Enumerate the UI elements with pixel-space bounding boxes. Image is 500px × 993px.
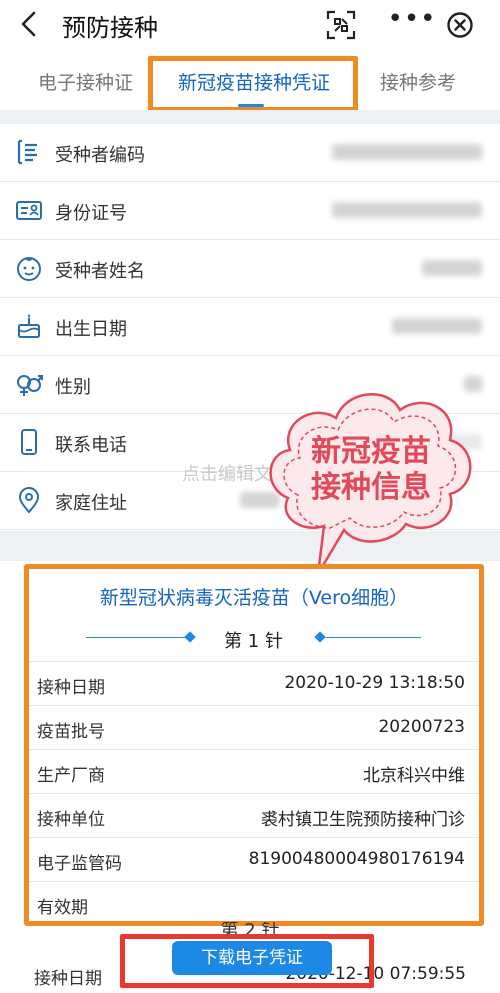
- gender-icon: [17, 375, 43, 396]
- table-row: 电子监管码 81900480004980176194: [29, 837, 479, 881]
- table-row: 生产厂商 北京科兴中维: [29, 749, 479, 793]
- row-label: 受种者编码: [55, 145, 145, 166]
- callout-text: 新冠疫苗 接种信息: [296, 434, 446, 506]
- row-value: 裘村镇卫生院预防接种门诊: [261, 810, 465, 830]
- section-divider: [0, 110, 500, 124]
- callout-line-1: 新冠疫苗: [311, 434, 431, 469]
- callout-line-2: 接种信息: [311, 470, 431, 505]
- table-row: 有效期: [29, 881, 479, 925]
- redacted-value: [332, 144, 482, 160]
- baby-face-icon: [17, 257, 41, 281]
- list-item[interactable]: 出生日期: [0, 298, 500, 356]
- row-key: 生产厂商: [37, 766, 105, 786]
- row-key: 接种日期: [34, 969, 102, 989]
- row-value: 20200723: [378, 717, 465, 737]
- tab-highlight-box: [148, 56, 358, 112]
- close-icon[interactable]: [446, 11, 474, 39]
- table-row: 接种单位 裘村镇卫生院预防接种门诊: [29, 793, 479, 837]
- vaccine-name: 新型冠状病毒灭活疫苗（Vero细胞）: [99, 587, 409, 609]
- phone-icon: [21, 429, 37, 455]
- page-title: 预防接种: [62, 14, 158, 42]
- row-label: 出生日期: [55, 319, 127, 340]
- row-value: 北京科兴中维: [363, 766, 465, 786]
- location-pin-icon: [18, 487, 40, 514]
- row-key: 接种日期: [37, 678, 105, 698]
- mini-program-capsule: •••: [386, 5, 490, 45]
- redacted-value: [392, 318, 482, 334]
- vaccine-certificate-card: 新型冠状病毒灭活疫苗（Vero细胞） 第 1 针 接种日期 2020-10-29…: [24, 564, 484, 926]
- row-label: 性别: [55, 377, 91, 398]
- row-label: 联系电话: [55, 435, 127, 456]
- row-key: 电子监管码: [37, 854, 122, 874]
- redacted-value: [422, 260, 482, 276]
- list-item[interactable]: 身份证号: [0, 182, 500, 240]
- tab-vaccination-reference[interactable]: 接种参考: [380, 68, 456, 95]
- row-key: 有效期: [37, 898, 88, 918]
- row-label: 家庭住址: [55, 493, 127, 514]
- list-item[interactable]: 受种者编码: [0, 124, 500, 182]
- row-value: 2020-10-29 13:18:50: [284, 673, 465, 693]
- cake-icon: [18, 314, 40, 338]
- dose-label: 第 1 针: [224, 631, 283, 652]
- row-label: 受种者姓名: [55, 261, 145, 282]
- download-certificate-button[interactable]: 下载电子凭证: [172, 941, 332, 975]
- top-bar: 预防接种 •••: [0, 0, 500, 50]
- row-key: 疫苗批号: [37, 722, 105, 742]
- row-key: 接种单位: [37, 810, 105, 830]
- more-icon[interactable]: •••: [386, 5, 438, 45]
- dose-header: 第 1 针: [86, 623, 421, 653]
- tab-e-vaccination-cert[interactable]: 电子接种证: [38, 68, 133, 95]
- id-list-icon: [17, 139, 37, 165]
- row-value: 81900480004980176194: [248, 849, 465, 869]
- chevron-left-icon[interactable]: [16, 10, 44, 38]
- row-label: 身份证号: [55, 203, 127, 224]
- table-row: 疫苗批号 20200723: [29, 705, 479, 749]
- table-row: 接种日期 2020-10-29 13:18:50: [29, 661, 479, 705]
- list-item[interactable]: 受种者姓名: [0, 240, 500, 298]
- id-card-icon: [16, 201, 42, 220]
- scan-icon[interactable]: [326, 10, 356, 40]
- redacted-value: [332, 202, 482, 218]
